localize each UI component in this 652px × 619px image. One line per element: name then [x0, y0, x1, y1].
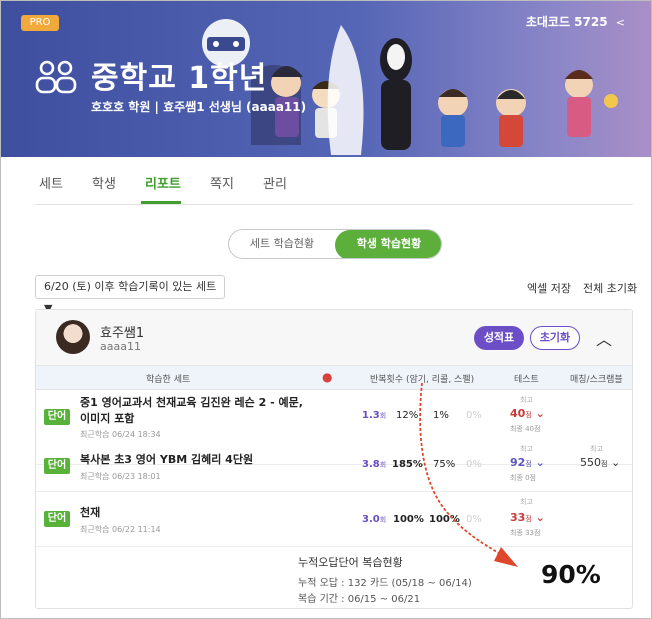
word-tag: 단어 — [44, 511, 70, 527]
set-title[interactable]: 복사본 초3 영어 YBM 김혜리 4단원 — [80, 452, 310, 468]
recall-percent: 12% — [396, 410, 419, 421]
class-title: 중학교 1학년 — [91, 61, 268, 96]
chevron-up-icon[interactable]: ︿ — [596, 326, 612, 350]
set-title[interactable]: 천재 — [80, 505, 310, 521]
test-score[interactable]: 40점 ⌄ — [510, 407, 545, 420]
mic-icon: ● — [322, 370, 333, 384]
student-header: 효주쌤1 aaaa11 성적표 초기화 ︿ — [36, 310, 632, 366]
test-best-label: 최고 — [520, 498, 533, 506]
col-set: 학습한 세트 — [146, 375, 191, 385]
extra-percent: 0% — [466, 514, 482, 525]
last-study-date: 최근학습 06/22 11:14 — [80, 525, 161, 534]
student-panel: 효주쌤1 aaaa11 성적표 초기화 ︿ 학습한 세트 ● 반복횟수 (암기,… — [35, 309, 633, 609]
test-score[interactable]: 92점 ⌄ — [510, 456, 545, 469]
table-row[interactable]: 단어 복사본 초3 영어 YBM 김혜리 4단원 최근학습 06/23 18:0… — [36, 440, 632, 492]
recall-percent: 100% — [393, 514, 424, 525]
col-match: 매칭/스크램블 — [570, 375, 623, 385]
spell-percent: 100% — [429, 514, 460, 525]
app-frame: PRO 초대코드 5725 < 중학교 1학년 호호호 학원 | 효주쌤1 선생… — [0, 0, 652, 619]
last-study-date: 최근학습 06/23 18:01 — [80, 472, 161, 481]
extra-percent: 0% — [466, 459, 482, 470]
match-score[interactable]: 550점 ⌄ — [580, 456, 620, 469]
match-best-label: 최고 — [590, 445, 603, 453]
word-tag: 단어 — [44, 409, 70, 425]
student-name: 효주쌤1 — [100, 326, 145, 341]
col-repeat: 반복횟수 (암기, 리콜, 스펠) — [370, 375, 475, 385]
date-filter-dropdown[interactable]: 6/20 (토) 이후 학습기록이 있는 세트 ▼ — [35, 275, 225, 315]
review-summary-title: 누적오답단어 복습현황 — [298, 556, 403, 569]
student-id: aaaa11 — [100, 340, 141, 353]
test-final: 최종 33점 — [510, 529, 541, 537]
last-study-date: 최근학습 06/24 18:34 — [80, 430, 161, 439]
view-toggle: 세트 학습현황 학생 학습현황 — [228, 229, 442, 259]
test-best-label: 최고 — [520, 396, 533, 404]
repeat-count: 1.3회 — [362, 410, 387, 421]
recall-percent: 185% — [392, 459, 423, 470]
excel-save-link[interactable]: 엑셀 저장 — [527, 280, 571, 296]
tab-sets[interactable]: 세트 — [39, 173, 63, 192]
table-row[interactable]: 단어 천재 최근학습 06/22 11:14 3.0회 100% 100% 0%… — [36, 493, 632, 547]
avatar — [56, 320, 90, 354]
test-best-label: 최고 — [520, 445, 533, 453]
student-reset-button[interactable]: 초기화 — [530, 326, 580, 350]
repeat-count: 3.8회 — [362, 459, 387, 470]
review-progress-percent: 90% — [541, 560, 601, 589]
tab-report[interactable]: 리포트 — [145, 173, 181, 192]
test-score[interactable]: 33점 ⌄ — [510, 511, 545, 524]
report-card-button[interactable]: 성적표 — [474, 326, 524, 350]
test-final: 최종 0점 — [510, 474, 536, 482]
extra-percent: 0% — [466, 410, 482, 421]
table-header: 학습한 세트 ● 반복횟수 (암기, 리콜, 스펠) 테스트 매칭/스크램블 — [36, 366, 632, 390]
set-title[interactable]: 중1 영어교과서 천재교육 김진완 레슨 2 - 예문, 이미지 포함 — [80, 395, 310, 427]
main-tabs: 세트 학생 리포트 쪽지 관리 — [35, 165, 633, 205]
word-tag: 단어 — [44, 458, 70, 474]
group-icon — [35, 60, 77, 94]
col-test: 테스트 — [514, 375, 539, 385]
class-subtitle: 호호호 학원 | 효주쌤1 선생님 (aaaa11) — [91, 100, 307, 114]
pro-badge: PRO — [21, 15, 59, 31]
tab-students[interactable]: 학생 — [92, 173, 116, 192]
review-summary-period: 복습 기간 : 06/15 ~ 06/21 — [298, 594, 421, 605]
class-banner: PRO 초대코드 5725 < 중학교 1학년 호호호 학원 | 효주쌤1 선생… — [1, 1, 651, 157]
spell-percent: 1% — [433, 410, 449, 421]
spell-percent: 75% — [433, 459, 456, 470]
toggle-set-status[interactable]: 세트 학습현황 — [229, 230, 335, 258]
repeat-count: 3.0회 — [362, 514, 387, 525]
reset-all-link[interactable]: 전체 초기화 — [583, 280, 637, 296]
active-tab-indicator — [141, 201, 181, 204]
tab-manage[interactable]: 관리 — [263, 173, 287, 192]
tab-messages[interactable]: 쪽지 — [210, 173, 234, 192]
review-summary-wrong: 누적 오답 : 132 카드 (05/18 ~ 06/14) — [298, 578, 472, 589]
test-final: 최종 40점 — [510, 425, 541, 433]
toggle-student-status[interactable]: 학생 학습현황 — [335, 230, 441, 258]
